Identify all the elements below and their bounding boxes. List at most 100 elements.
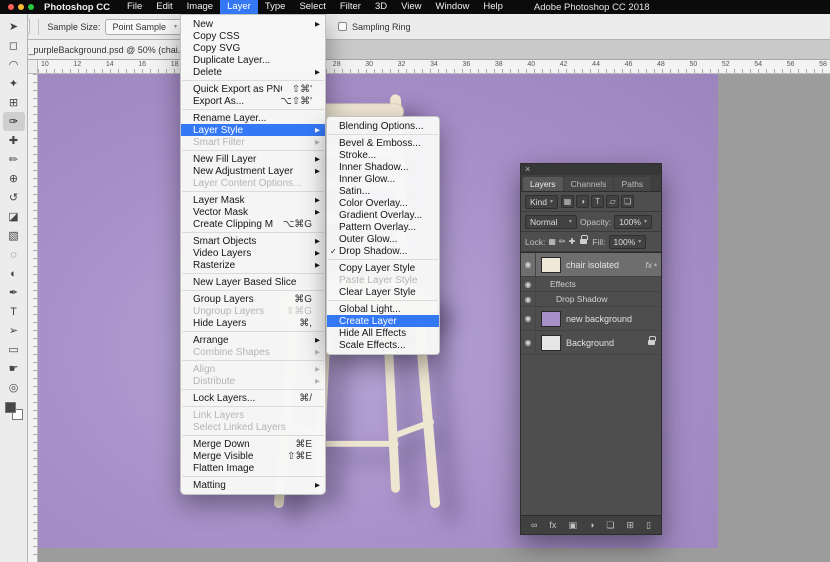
layer-row-new-background[interactable]: ◉ new background	[521, 307, 661, 331]
menu-item[interactable]: Delete	[181, 66, 325, 78]
menu-item[interactable]: Layer Style	[181, 124, 325, 136]
menubar-item[interactable]: Image	[180, 0, 220, 14]
history-brush-tool[interactable]: ↺	[3, 188, 25, 207]
tab-layers[interactable]: Layers	[523, 177, 563, 191]
menubar-item[interactable]: Window	[429, 0, 477, 14]
lasso-tool[interactable]: ◠	[3, 55, 25, 74]
smart-object-filter-icon[interactable]: ❏	[621, 195, 634, 208]
menu-item[interactable]: Flatten Image	[181, 462, 325, 474]
menu-item[interactable]: Select Linked Layers	[181, 421, 325, 433]
healing-brush-tool[interactable]: ✚	[3, 131, 25, 150]
pixel-layer-filter-icon[interactable]: ▦	[561, 195, 574, 208]
menu-item[interactable]: Distribute	[181, 375, 325, 387]
menubar-item[interactable]: 3D	[368, 0, 394, 14]
sampling-ring-checkbox[interactable]	[338, 22, 347, 31]
menu-item[interactable]: Copy CSS	[181, 30, 325, 42]
layer-style-icon[interactable]: fx	[549, 520, 556, 530]
adjustment-layer-filter-icon[interactable]: ◑	[576, 195, 589, 208]
new-layer-icon[interactable]: ⊞	[626, 520, 634, 531]
horizontal-ruler[interactable]: 1012141618202224262830323436384042444648…	[38, 60, 830, 74]
lock-image-pixels-icon[interactable]: ✏	[559, 237, 566, 246]
menu-item[interactable]: Gradient Overlay...	[327, 209, 439, 221]
menu-item[interactable]: Inner Shadow...	[327, 161, 439, 173]
menu-item[interactable]: Paste Layer Style	[327, 274, 439, 286]
layer-thumbnail[interactable]	[541, 335, 561, 351]
layer-row-background[interactable]: ◉ Background	[521, 331, 661, 355]
panel-titlebar[interactable]: ×	[521, 164, 661, 175]
opacity-select[interactable]: 100% ▾	[614, 215, 652, 229]
visibility-eye-icon[interactable]: ◉	[521, 331, 536, 354]
lock-all-icon[interactable]	[580, 239, 587, 244]
menu-item[interactable]: Video Layers	[181, 247, 325, 259]
fill-select[interactable]: 100% ▾	[609, 235, 647, 249]
menu-item[interactable]: Link Layers	[181, 409, 325, 421]
menu-item[interactable]: Rename Layer...	[181, 112, 325, 124]
collapse-effects-icon[interactable]: ▴	[654, 261, 657, 268]
eraser-tool[interactable]: ◪	[3, 207, 25, 226]
menu-item[interactable]: Layer Mask	[181, 194, 325, 206]
type-layer-filter-icon[interactable]: T	[591, 195, 604, 208]
menu-item[interactable]: New Layer Based Slice	[181, 276, 325, 288]
menu-item[interactable]: New Fill Layer	[181, 153, 325, 165]
close-window-icon[interactable]	[8, 4, 14, 10]
menubar-item[interactable]: Filter	[333, 0, 368, 14]
shape-layer-filter-icon[interactable]: ▱	[606, 195, 619, 208]
menubar-item[interactable]: Layer	[220, 0, 258, 14]
adjustment-layer-icon[interactable]: ◑	[589, 520, 594, 530]
vertical-ruler[interactable]	[28, 74, 38, 562]
menu-item[interactable]: Stroke...	[327, 149, 439, 161]
menu-item[interactable]: Copy Layer Style	[327, 262, 439, 274]
zoom-window-icon[interactable]	[28, 4, 34, 10]
kind-filter-select[interactable]: Kind ▾	[525, 195, 558, 209]
menu-item[interactable]: Outer Glow...	[327, 233, 439, 245]
menubar-item[interactable]: Help	[476, 0, 510, 14]
menu-item[interactable]: Hide Layers ⌘,	[181, 317, 325, 329]
zoom-tool[interactable]: ◎	[3, 378, 25, 397]
dodge-tool[interactable]: ◐	[3, 264, 25, 283]
panel-close-icon[interactable]: ×	[525, 165, 530, 174]
menu-item[interactable]: Bevel & Emboss...	[327, 137, 439, 149]
marquee-tool[interactable]: ◻	[3, 36, 25, 55]
minimize-window-icon[interactable]	[18, 4, 24, 10]
menu-item[interactable]: Satin...	[327, 185, 439, 197]
blur-tool[interactable]: ◌	[3, 245, 25, 264]
menu-item[interactable]: Create Layer	[327, 315, 439, 327]
menu-item[interactable]: New Adjustment Layer	[181, 165, 325, 177]
menu-item[interactable]: Duplicate Layer...	[181, 54, 325, 66]
menubar-item[interactable]: Type	[258, 0, 293, 14]
menu-item[interactable]: Inner Glow...	[327, 173, 439, 185]
blend-mode-select[interactable]: Normal ▾	[525, 215, 577, 229]
menu-item[interactable]: Create Clipping Mask ⌥⌘G	[181, 218, 325, 230]
app-menu[interactable]: Photoshop CC	[44, 2, 110, 13]
menubar-item[interactable]: View	[394, 0, 428, 14]
path-selection-tool[interactable]: ➢	[3, 321, 25, 340]
menu-item[interactable]: Layer Content Options...	[181, 177, 325, 189]
visibility-eye-icon[interactable]: ◉	[521, 292, 536, 306]
menu-item[interactable]: Combine Shapes	[181, 346, 325, 358]
quick-selection-tool[interactable]: ✦	[3, 74, 25, 93]
menu-item[interactable]: Smart Objects	[181, 235, 325, 247]
visibility-eye-icon[interactable]: ◉	[521, 277, 536, 291]
hand-tool[interactable]: ☛	[3, 359, 25, 378]
menubar-item[interactable]: Edit	[149, 0, 179, 14]
menu-item[interactable]: Drop Shadow...	[327, 245, 439, 257]
menu-item[interactable]: Quick Export as PNG ⇧⌘'	[181, 83, 325, 95]
pen-tool[interactable]: ✒	[3, 283, 25, 302]
drop-shadow-effect-row[interactable]: ◉ Drop Shadow	[521, 292, 661, 307]
menu-item[interactable]: Copy SVG	[181, 42, 325, 54]
visibility-eye-icon[interactable]: ◉	[521, 307, 536, 330]
menu-item[interactable]: Blending Options...	[327, 120, 439, 132]
layer-thumbnail[interactable]	[541, 257, 561, 273]
color-swatches[interactable]	[5, 402, 23, 420]
menu-item[interactable]: Hide All Effects	[327, 327, 439, 339]
tab-channels[interactable]: Channels	[564, 177, 614, 191]
menu-item[interactable]: Lock Layers... ⌘/	[181, 392, 325, 404]
menu-item[interactable]: New	[181, 18, 325, 30]
eyedropper-tool[interactable]: ✑	[3, 112, 25, 131]
menu-item[interactable]: Merge Visible ⇧⌘E	[181, 450, 325, 462]
menu-item[interactable]: Arrange	[181, 334, 325, 346]
tab-paths[interactable]: Paths	[614, 177, 650, 191]
menu-item[interactable]: Scale Effects...	[327, 339, 439, 351]
clone-stamp-tool[interactable]: ⊕	[3, 169, 25, 188]
menubar-item[interactable]: File	[120, 0, 149, 14]
